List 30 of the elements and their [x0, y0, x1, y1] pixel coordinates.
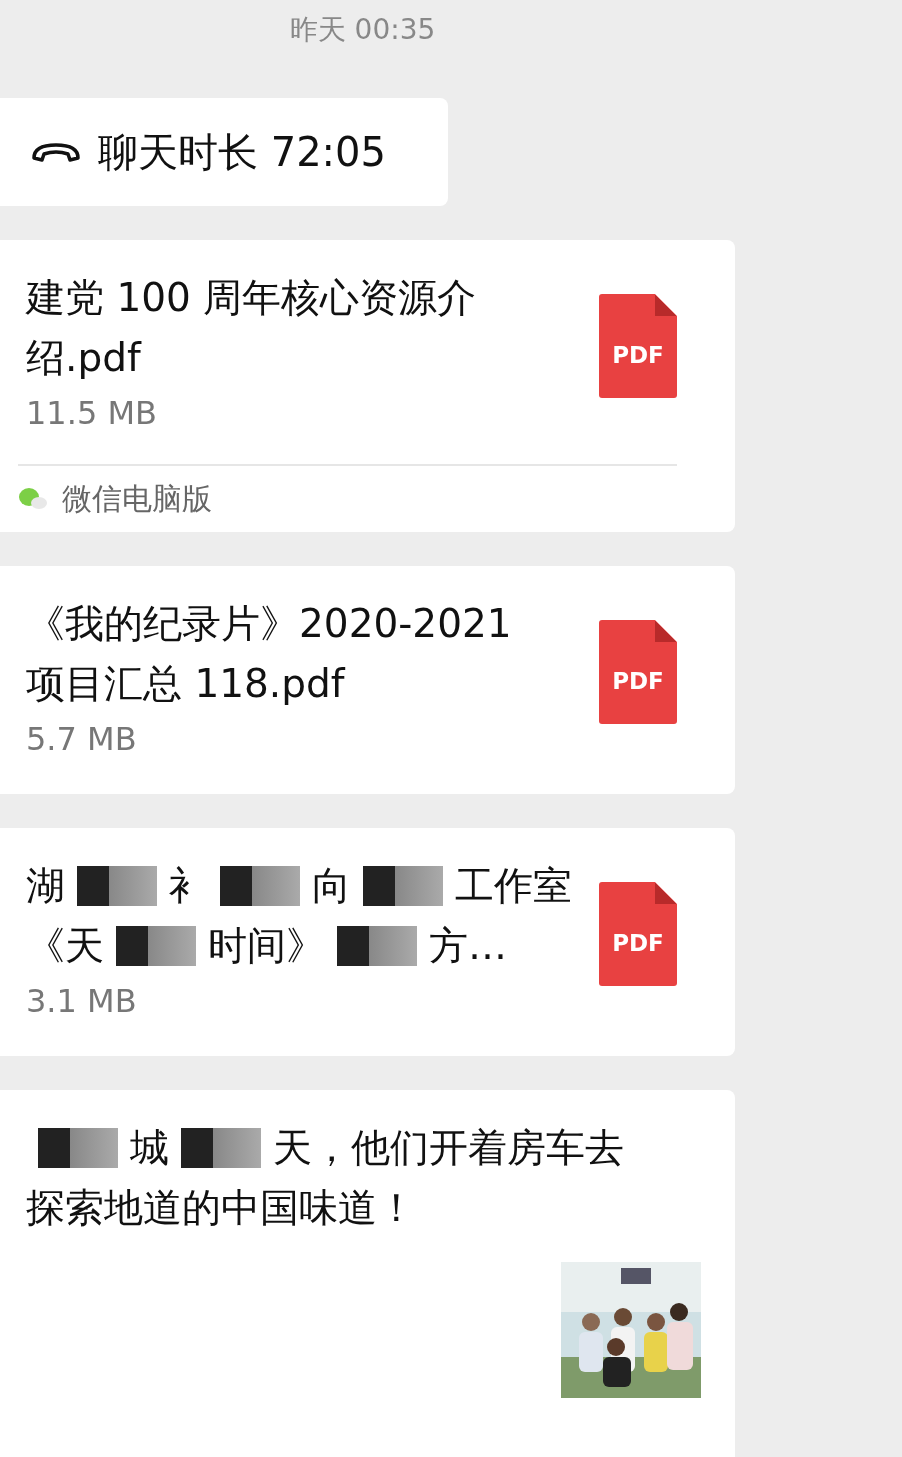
message-title: 时间》	[208, 922, 325, 970]
message-title: 向	[312, 862, 351, 910]
message-title: 衤	[169, 862, 208, 910]
message-card[interactable]: 城 天，他们开着房车去 探索地道的中国味道！	[0, 1090, 735, 1457]
message-title: 城	[130, 1124, 169, 1172]
timestamp: 昨天 00:35	[288, 12, 437, 48]
file-type-label: PDF	[611, 668, 665, 694]
message-title: 工作室	[455, 862, 572, 910]
file-type-label: PDF	[611, 930, 665, 956]
message-title: 《我的纪录片》2020-2021	[26, 600, 512, 648]
file-type-label: PDF	[611, 342, 665, 368]
message-title: 《天	[26, 922, 104, 970]
message-title: 绍.pdf	[26, 334, 141, 382]
source-label: 微信电脑版	[62, 479, 212, 518]
message-title: 方…	[429, 922, 507, 970]
message-title: 探索地道的中国味道！	[26, 1184, 416, 1232]
file-size: 3.1 MB	[26, 981, 138, 1022]
file-size: 11.5 MB	[26, 393, 158, 434]
message-card[interactable]: 建党 100 周年核心资源介 绍.pdf 11.5 MB PDF 微信电脑版	[0, 240, 735, 532]
call-duration: 聊天时长 72:05	[98, 127, 386, 177]
file-size: 5.7 MB	[26, 719, 138, 760]
message-card[interactable]: 《我的纪录片》2020-2021 项目汇总 118.pdf 5.7 MB PDF	[0, 566, 735, 794]
message-title: 项目汇总 118.pdf	[26, 660, 345, 708]
message-title: 建党 100 周年核心资源介	[26, 274, 477, 322]
phone-hangup-icon	[30, 141, 82, 163]
message-title: 湖	[26, 862, 65, 910]
message-title: 天，他们开着房车去	[273, 1124, 624, 1172]
message-card[interactable]: 湖 衤 向 工作室 《天 时间》 方… 3.1 MB PDF	[0, 828, 735, 1056]
call-bubble[interactable]: 聊天时长 72:05	[0, 98, 448, 206]
wechat-icon	[18, 487, 48, 511]
